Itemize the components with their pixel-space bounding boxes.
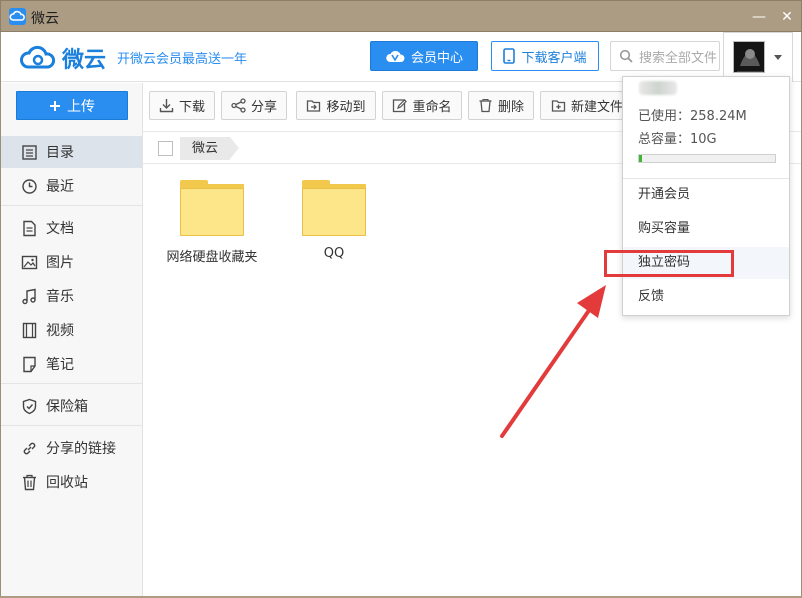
- directory-icon: [22, 144, 37, 160]
- minimize-button[interactable]: —: [747, 7, 771, 27]
- sidebar-item-label: 图片: [46, 255, 74, 271]
- clock-icon: [22, 178, 37, 194]
- menu-item-open-vip[interactable]: 开通会员: [623, 179, 789, 211]
- image-icon: [21, 255, 38, 269]
- download-icon: [159, 99, 174, 113]
- plus-icon: [50, 100, 60, 111]
- sidebar-item-label: 回收站: [46, 475, 88, 491]
- menu-item-buy-storage[interactable]: 购买容量: [623, 213, 789, 245]
- delete-button[interactable]: 删除: [468, 91, 534, 120]
- select-all-checkbox[interactable]: [158, 141, 173, 156]
- move-to-label: 移动到: [326, 100, 366, 115]
- sidebar: 上传 目录 最近 文档 图片 音乐 视频 笔记 保险箱 分享的链接 回收站: [1, 83, 143, 596]
- weiyun-logo-icon: [20, 45, 55, 69]
- title-bar: 微云 — ✕: [0, 0, 802, 32]
- sidebar-divider: [1, 383, 142, 384]
- share-link-icon: [23, 442, 36, 454]
- folder-item[interactable]: QQ: [274, 180, 394, 261]
- sidebar-item-label: 视频: [46, 323, 74, 339]
- sidebar-item-recycle-bin[interactable]: 回收站: [1, 466, 142, 498]
- sidebar-item-notes[interactable]: 笔记: [1, 348, 142, 380]
- rename-label: 重命名: [412, 100, 452, 115]
- sidebar-item-label: 目录: [46, 145, 74, 161]
- phone-icon: [503, 48, 516, 64]
- search-icon: [619, 49, 633, 63]
- upload-label: 上传: [67, 98, 95, 115]
- download-client-label: 下载客户端: [521, 50, 587, 66]
- sidebar-item-shared-links[interactable]: 分享的链接: [1, 432, 142, 464]
- share-button[interactable]: 分享: [221, 91, 287, 120]
- total-label: 总容量：: [638, 132, 691, 147]
- sidebar-item-label: 笔记: [46, 357, 74, 373]
- sidebar-item-safe-box[interactable]: 保险箱: [1, 390, 142, 422]
- sidebar-item-label: 音乐: [46, 289, 74, 305]
- share-label: 分享: [250, 100, 277, 115]
- sidebar-item-music[interactable]: 音乐: [1, 280, 142, 312]
- used-space-row: 已使用：258.24M: [638, 105, 747, 124]
- search-box[interactable]: 搜索全部文件: [610, 41, 720, 71]
- close-button[interactable]: ✕: [775, 7, 799, 27]
- note-icon: [23, 356, 36, 372]
- sidebar-item-label: 保险箱: [46, 399, 88, 415]
- video-icon: [22, 322, 37, 338]
- app-header: 微云 开微云会员最高送一年 会员中心 下载客户端 搜索全部文件: [1, 32, 801, 82]
- total-space-row: 总容量：10G: [638, 128, 717, 147]
- sidebar-item-video[interactable]: 视频: [1, 314, 142, 346]
- breadcrumb-root[interactable]: 微云: [180, 137, 240, 160]
- new-folder-label: 新建文件: [571, 100, 624, 115]
- upload-button[interactable]: 上传: [16, 91, 128, 120]
- document-icon: [23, 220, 36, 236]
- quota-progress-bar: [638, 154, 776, 163]
- sidebar-item-images[interactable]: 图片: [1, 246, 142, 278]
- sidebar-divider: [1, 205, 142, 206]
- sidebar-divider: [1, 425, 142, 426]
- search-placeholder: 搜索全部文件: [639, 50, 718, 66]
- sidebar-item-label: 最近: [46, 179, 74, 195]
- shield-icon: [22, 398, 37, 414]
- move-folder-icon: [307, 100, 321, 112]
- folder-item[interactable]: 网络硬盘收藏夹: [152, 180, 272, 265]
- folder-icon: [302, 180, 366, 236]
- sidebar-item-documents[interactable]: 文档: [1, 212, 142, 244]
- new-folder-icon: [551, 100, 566, 112]
- share-icon: [231, 98, 246, 113]
- used-value: 258.24M: [690, 109, 747, 124]
- used-label: 已使用：: [638, 109, 691, 124]
- avatar: [733, 41, 765, 73]
- vip-cloud-icon: [386, 51, 405, 62]
- folder-icon: [180, 180, 244, 236]
- vip-center-label: 会员中心: [410, 50, 463, 66]
- download-client-button[interactable]: 下载客户端: [491, 41, 599, 71]
- folder-name: 网络硬盘收藏夹: [166, 250, 258, 265]
- app-cloud-icon: [9, 8, 26, 25]
- account-menu-toggle[interactable]: [723, 32, 793, 82]
- chevron-down-icon: [774, 55, 782, 60]
- vip-promo-link[interactable]: 开微云会员最高送一年: [117, 48, 247, 67]
- edit-icon: [393, 99, 408, 113]
- sidebar-item-directory[interactable]: 目录: [1, 136, 142, 168]
- vip-center-button[interactable]: 会员中心: [370, 41, 478, 71]
- music-icon: [22, 288, 36, 304]
- username-blurred: [639, 81, 677, 95]
- sidebar-item-label: 文档: [46, 221, 74, 237]
- rename-button[interactable]: 重命名: [382, 91, 462, 120]
- new-folder-button[interactable]: 新建文件: [540, 91, 630, 120]
- menu-item-feedback[interactable]: 反馈: [623, 281, 789, 313]
- download-button[interactable]: 下载: [149, 91, 215, 120]
- delete-label: 删除: [497, 100, 524, 115]
- total-value: 10G: [690, 132, 717, 147]
- folder-name: QQ: [323, 246, 345, 261]
- window-title: 微云: [31, 11, 59, 27]
- quota-progress-fill: [639, 155, 643, 162]
- move-to-button[interactable]: 移动到: [296, 91, 376, 120]
- trash-icon: [23, 474, 36, 490]
- download-label: 下载: [178, 100, 205, 115]
- sidebar-item-recent[interactable]: 最近: [1, 170, 142, 202]
- sidebar-item-label: 分享的链接: [46, 441, 116, 457]
- logo-text: 微云: [62, 48, 107, 73]
- trash-icon: [479, 98, 492, 113]
- account-dropdown: 已使用：258.24M 总容量：10G 开通会员 购买容量 独立密码 反馈: [622, 76, 790, 316]
- highlight-box: [604, 250, 734, 277]
